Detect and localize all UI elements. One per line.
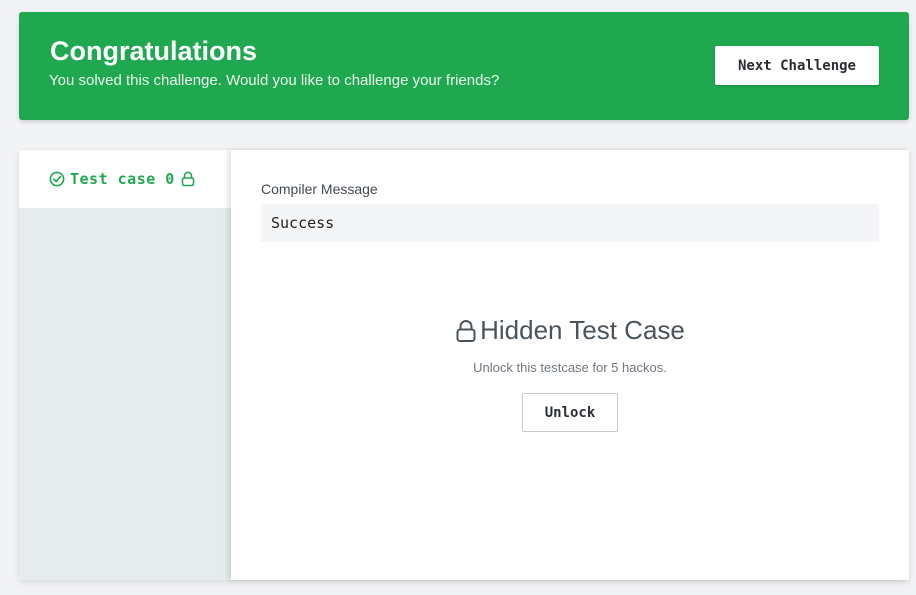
hidden-test-case-heading: Hidden Test Case — [231, 315, 909, 346]
banner-title: Congratulations — [50, 36, 257, 66]
check-circle-icon — [49, 171, 65, 187]
test-case-content: Compiler Message Success Hidden Test Cas… — [231, 150, 909, 580]
compiler-message-text: Success — [271, 214, 335, 232]
compiler-message-box: Success — [261, 204, 879, 242]
hidden-test-case-title: Hidden Test Case — [480, 315, 685, 345]
banner-subtitle: You solved this challenge. Would you lik… — [49, 72, 500, 89]
test-case-label: Test case 0 — [70, 170, 175, 188]
test-case-sidebar: Test case 0 — [19, 150, 231, 580]
unlock-button[interactable]: Unlock — [522, 393, 618, 432]
lock-icon — [181, 171, 195, 187]
compiler-message-label: Compiler Message — [261, 181, 378, 197]
hidden-test-case-subtitle: Unlock this testcase for 5 hackos. — [473, 360, 667, 375]
success-banner: Congratulations You solved this challeng… — [19, 12, 909, 120]
test-results-panel: Test case 0 Compiler Message Success Hid… — [19, 150, 909, 580]
tab-test-case-0[interactable]: Test case 0 — [19, 150, 231, 208]
next-challenge-button[interactable]: Next Challenge — [715, 46, 879, 85]
lock-icon — [455, 319, 477, 343]
